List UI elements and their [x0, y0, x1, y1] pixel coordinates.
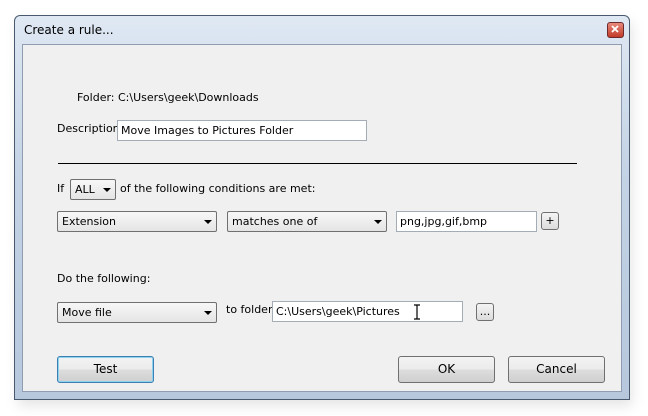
condition-field-value: Extension [62, 215, 117, 228]
description-input[interactable]: Move Images to Pictures Folder [117, 120, 367, 141]
title-bar[interactable]: Create a rule... [21, 16, 624, 44]
text-cursor-icon [413, 304, 421, 323]
match-mode-dropdown[interactable]: ALL [70, 179, 116, 200]
window-title: Create a rule... [24, 23, 114, 37]
chevron-down-icon [204, 311, 212, 315]
target-folder-label: to folder: [226, 303, 276, 316]
condition-value-input[interactable]: png,jpg,gif,bmp [396, 211, 537, 232]
folder-path-label: Folder: C:\Users\geek\Downloads [77, 91, 259, 104]
description-label: Description: [57, 122, 124, 135]
condition-operator-value: matches one of [232, 215, 318, 228]
test-button[interactable]: Test [57, 356, 154, 383]
cancel-button[interactable]: Cancel [508, 356, 605, 383]
action-dropdown[interactable]: Move file [57, 302, 217, 323]
chevron-down-icon [204, 220, 212, 224]
browse-button[interactable]: ... [476, 303, 494, 321]
chevron-down-icon [374, 220, 382, 224]
close-button[interactable] [607, 22, 624, 38]
target-folder-input[interactable]: C:\Users\geek\Pictures [272, 301, 463, 322]
match-mode-value: ALL [75, 183, 95, 196]
close-icon [611, 25, 619, 33]
actions-header: Do the following: [57, 272, 151, 285]
ok-button[interactable]: OK [398, 356, 495, 383]
action-value: Move file [62, 306, 112, 319]
separator [58, 163, 577, 164]
chevron-down-icon [103, 188, 111, 192]
condition-operator-dropdown[interactable]: matches one of [227, 211, 387, 232]
if-label: If [57, 182, 65, 195]
dialog-content: Folder: C:\Users\geek\Downloads Descript… [22, 44, 622, 392]
condition-field-dropdown[interactable]: Extension [57, 211, 217, 232]
conditions-suffix-label: of the following conditions are met: [120, 182, 316, 195]
add-condition-button[interactable]: + [541, 212, 559, 230]
create-rule-dialog: Create a rule... Folder: C:\Users\geek\D… [14, 15, 630, 400]
